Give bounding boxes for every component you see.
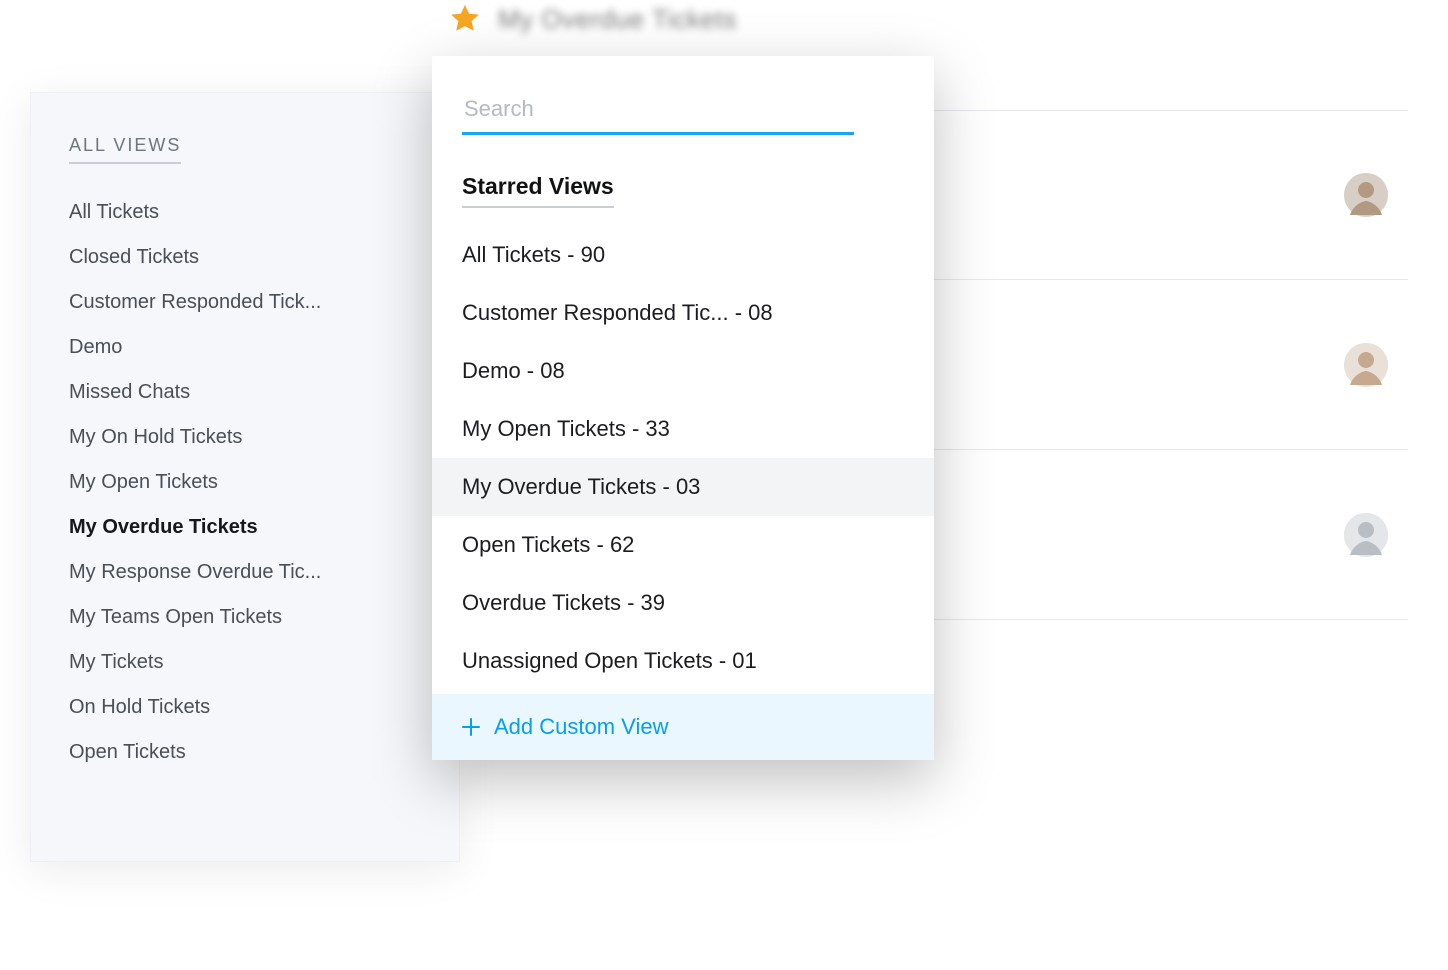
starred-item-count: - 01 [713,648,757,673]
all-views-panel: ALL VIEWS All TicketsClosed TicketsCusto… [30,92,460,862]
plus-icon [462,718,480,736]
avatar[interactable] [1344,343,1388,387]
starred-item-count: - 33 [626,416,670,441]
starred-item-count: - 90 [561,242,605,267]
view-title-row: My Overdue Tickets [448,2,737,36]
starred-item-count: - 39 [621,590,665,615]
starred-item-label: All Tickets [462,242,561,267]
starred-views-item[interactable]: My Open Tickets - 33 [432,400,934,458]
starred-item-label: Overdue Tickets [462,590,621,615]
starred-views-item[interactable]: Customer Responded Tic... - 08 [432,284,934,342]
all-views-item[interactable]: My Response Overdue Tic... [69,550,421,595]
starred-views-item[interactable]: Overdue Tickets - 39 [432,574,934,632]
starred-views-header: Starred Views [462,173,614,208]
all-views-item[interactable]: Open Tickets [69,730,421,775]
starred-item-label: Unassigned Open Tickets [462,648,713,673]
all-views-item[interactable]: My On Hold Tickets [69,415,421,460]
search-input[interactable] [462,90,854,135]
all-views-header: ALL VIEWS [69,135,181,164]
starred-item-count: - 62 [590,532,634,557]
view-title: My Overdue Tickets [498,4,737,35]
starred-item-label: Customer Responded Tic... [462,300,729,325]
starred-views-item[interactable]: My Overdue Tickets - 03 [432,458,934,516]
starred-views-item[interactable]: Demo - 08 [432,342,934,400]
starred-views-list: All Tickets - 90Customer Responded Tic..… [432,226,934,694]
starred-views-item[interactable]: Unassigned Open Tickets - 01 [432,632,934,690]
starred-item-label: My Open Tickets [462,416,626,441]
avatar[interactable] [1344,173,1388,217]
all-views-item[interactable]: Closed Tickets [69,235,421,280]
all-views-item[interactable]: Missed Chats [69,370,421,415]
all-views-item[interactable]: My Tickets [69,640,421,685]
all-views-item[interactable]: On Hold Tickets [69,685,421,730]
starred-item-label: My Overdue Tickets [462,474,656,499]
starred-item-label: Demo [462,358,521,383]
avatar[interactable] [1344,513,1388,557]
starred-item-count: - 08 [729,300,773,325]
starred-views-item[interactable]: All Tickets - 90 [432,226,934,284]
star-icon[interactable] [448,2,482,36]
add-custom-view-button[interactable]: Add Custom View [432,694,934,760]
all-views-list: All TicketsClosed TicketsCustomer Respon… [69,190,421,775]
starred-item-count: - 08 [521,358,565,383]
all-views-item[interactable]: Customer Responded Tick... [69,280,421,325]
all-views-item[interactable]: My Teams Open Tickets [69,595,421,640]
add-custom-view-label: Add Custom View [494,714,668,740]
starred-views-item[interactable]: Open Tickets - 62 [432,516,934,574]
all-views-item[interactable]: All Tickets [69,190,421,235]
starred-item-label: Open Tickets [462,532,590,557]
all-views-item[interactable]: My Overdue Tickets [69,505,421,550]
all-views-item[interactable]: My Open Tickets [69,460,421,505]
all-views-item[interactable]: Demo [69,325,421,370]
starred-item-count: - 03 [656,474,700,499]
starred-views-panel: Starred Views All Tickets - 90Customer R… [432,56,934,760]
